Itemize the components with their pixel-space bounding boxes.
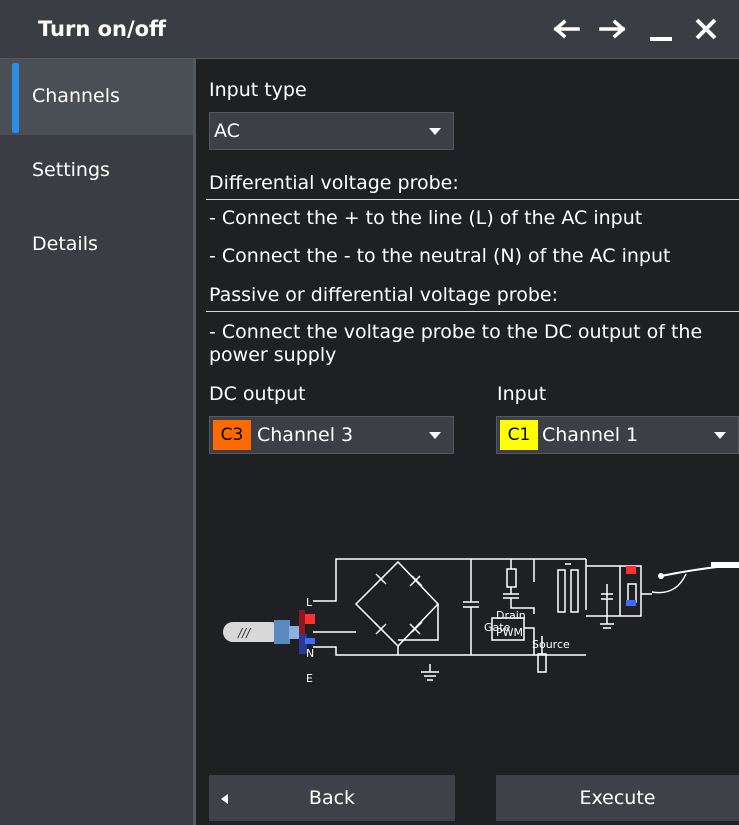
channel-3-chip: C3 [213, 420, 251, 450]
input-type-select[interactable]: AC [209, 112, 454, 150]
sidebar-item-channels[interactable]: Channels [0, 59, 193, 135]
passive-probe-line-1: - Connect the voltage probe to the DC ou… [209, 321, 703, 343]
diff-probe-heading: Differential voltage probe: [209, 172, 459, 194]
input-select[interactable]: C1 Channel 1 [496, 416, 739, 454]
power-supply-circuit-diagram: L N E Drain Gate Source PWM /// [223, 558, 739, 685]
sidebar-item-label: Channels [32, 85, 120, 107]
back-button[interactable]: Back [209, 775, 455, 821]
chevron-down-icon [714, 432, 726, 439]
main-panel: Input type AC Differential voltage probe… [196, 59, 739, 825]
minimize-icon[interactable] [645, 14, 677, 44]
passive-probe-line-2: power supply [209, 344, 337, 366]
dc-output-value: Channel 3 [257, 424, 354, 446]
sidebar-item-details[interactable]: Details [0, 207, 193, 283]
diff-probe-line-1: - Connect the + to the line (L) of the A… [209, 207, 643, 229]
divider [206, 199, 739, 200]
passive-probe-heading: Passive or differential voltage probe: [209, 284, 558, 306]
terminal-N: N [306, 647, 314, 660]
back-label: Back [308, 787, 356, 809]
terminal-E: E [306, 672, 313, 685]
source-label: Source [532, 638, 570, 651]
diff-probe-line-2: - Connect the - to the neutral (N) of th… [209, 245, 671, 267]
chevron-down-icon [429, 432, 441, 439]
input-type-value: AC [214, 120, 240, 142]
close-icon[interactable] [690, 14, 722, 44]
execute-label: Execute [579, 787, 656, 809]
dialog-title: Turn on/off [38, 17, 167, 41]
arrow-left-icon[interactable] [550, 14, 582, 44]
active-indicator [12, 63, 19, 133]
input-label: Input [497, 383, 547, 405]
chevron-down-icon [429, 128, 441, 135]
input-type-label: Input type [209, 79, 307, 101]
divider [206, 311, 739, 312]
arrow-right-icon[interactable] [597, 14, 629, 44]
execute-button[interactable]: Execute [496, 775, 739, 821]
probe-grip-mark: /// [237, 626, 252, 640]
channel-1-chip: C1 [500, 420, 538, 450]
terminal-L: L [306, 596, 313, 609]
input-value: Channel 1 [542, 424, 639, 446]
sidebar-item-label: Details [32, 233, 98, 255]
pwm-label: PWM [496, 626, 523, 639]
dc-output-select[interactable]: C3 Channel 3 [209, 416, 454, 454]
dc-output-label: DC output [209, 383, 306, 405]
title-bar: Turn on/off [0, 0, 739, 59]
turn-on-off-dialog: Turn on/off Channels Settings Details In… [0, 0, 739, 825]
sidebar-item-label: Settings [32, 159, 110, 181]
sidebar-item-settings[interactable]: Settings [0, 133, 193, 209]
sidebar: Channels Settings Details [0, 59, 193, 825]
